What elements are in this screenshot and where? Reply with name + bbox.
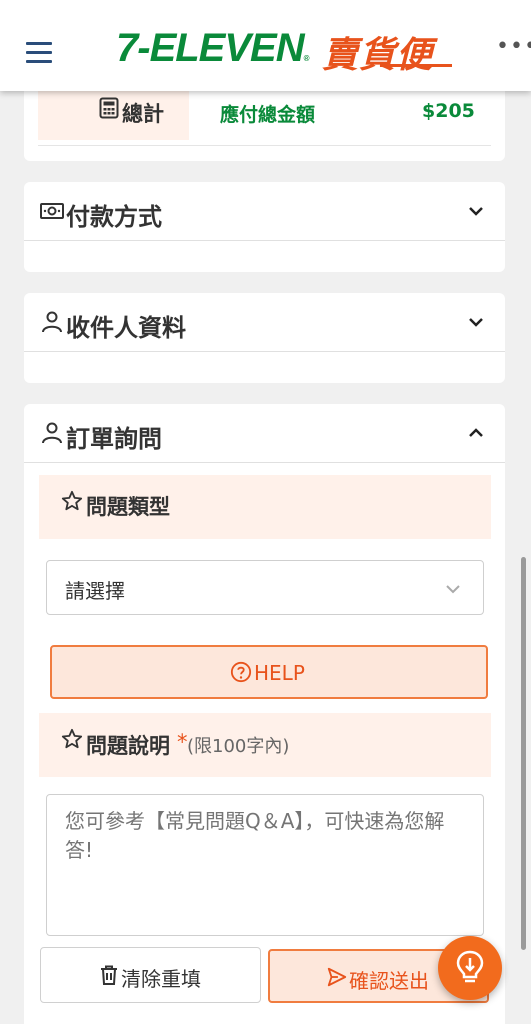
scrollbar[interactable]	[521, 557, 526, 950]
tips-fab-button[interactable]	[438, 936, 502, 1000]
send-icon	[327, 967, 347, 987]
star-icon	[61, 728, 83, 749]
inquiry-header[interactable]: 訂單詢問	[24, 404, 505, 463]
clear-label: 清除重填	[121, 967, 201, 991]
person-icon	[42, 311, 62, 333]
app-header: 7-ELEVEN® 賣貨便 •••	[0, 0, 531, 91]
question-desc-input[interactable]	[46, 794, 484, 936]
required-mark: *	[177, 730, 188, 754]
summary-label: 總計	[122, 102, 164, 126]
lightbulb-icon	[456, 950, 484, 983]
recipient-card: 收件人資料	[24, 293, 505, 383]
help-label: HELP	[254, 661, 305, 685]
trash-icon	[101, 965, 117, 985]
hamburger-icon[interactable]	[26, 42, 52, 64]
more-dots-icon[interactable]: •••	[496, 34, 531, 59]
service-logo[interactable]: 賣貨便	[322, 26, 433, 78]
money-icon	[40, 203, 64, 219]
divider	[38, 145, 491, 146]
select-value: 請選擇	[65, 579, 125, 603]
logo-underline	[380, 64, 452, 67]
person-icon	[42, 422, 62, 444]
calculator-icon	[99, 97, 119, 119]
question-circle-icon	[230, 661, 252, 683]
star-icon	[61, 490, 83, 511]
submit-label: 確認送出	[349, 969, 429, 993]
payment-title: 付款方式	[66, 203, 162, 231]
amount-due-value: $205	[422, 100, 475, 122]
clear-button[interactable]: 清除重填	[40, 947, 261, 1003]
chevron-up-icon[interactable]	[467, 424, 485, 442]
recipient-header[interactable]: 收件人資料	[24, 293, 505, 352]
amount-due-label: 應付總金額	[220, 104, 316, 126]
question-desc-limit: (限100字內)	[187, 736, 290, 757]
question-type-label: 問題類型	[86, 495, 170, 519]
question-desc-label: 問題說明	[86, 734, 170, 758]
payment-card: 付款方式	[24, 182, 505, 272]
question-type-select[interactable]: 請選擇	[46, 560, 484, 615]
chevron-down-icon	[446, 585, 460, 594]
payment-header[interactable]: 付款方式	[24, 182, 505, 241]
chevron-down-icon[interactable]	[467, 202, 485, 220]
inquiry-title: 訂單詢問	[66, 425, 162, 453]
summary-card: 總計 應付總金額 $205	[24, 80, 505, 161]
recipient-title: 收件人資料	[66, 314, 186, 342]
help-button[interactable]: HELP	[50, 645, 488, 699]
seven-eleven-logo[interactable]: 7-ELEVEN®	[116, 26, 309, 71]
chevron-down-icon[interactable]	[467, 313, 485, 331]
